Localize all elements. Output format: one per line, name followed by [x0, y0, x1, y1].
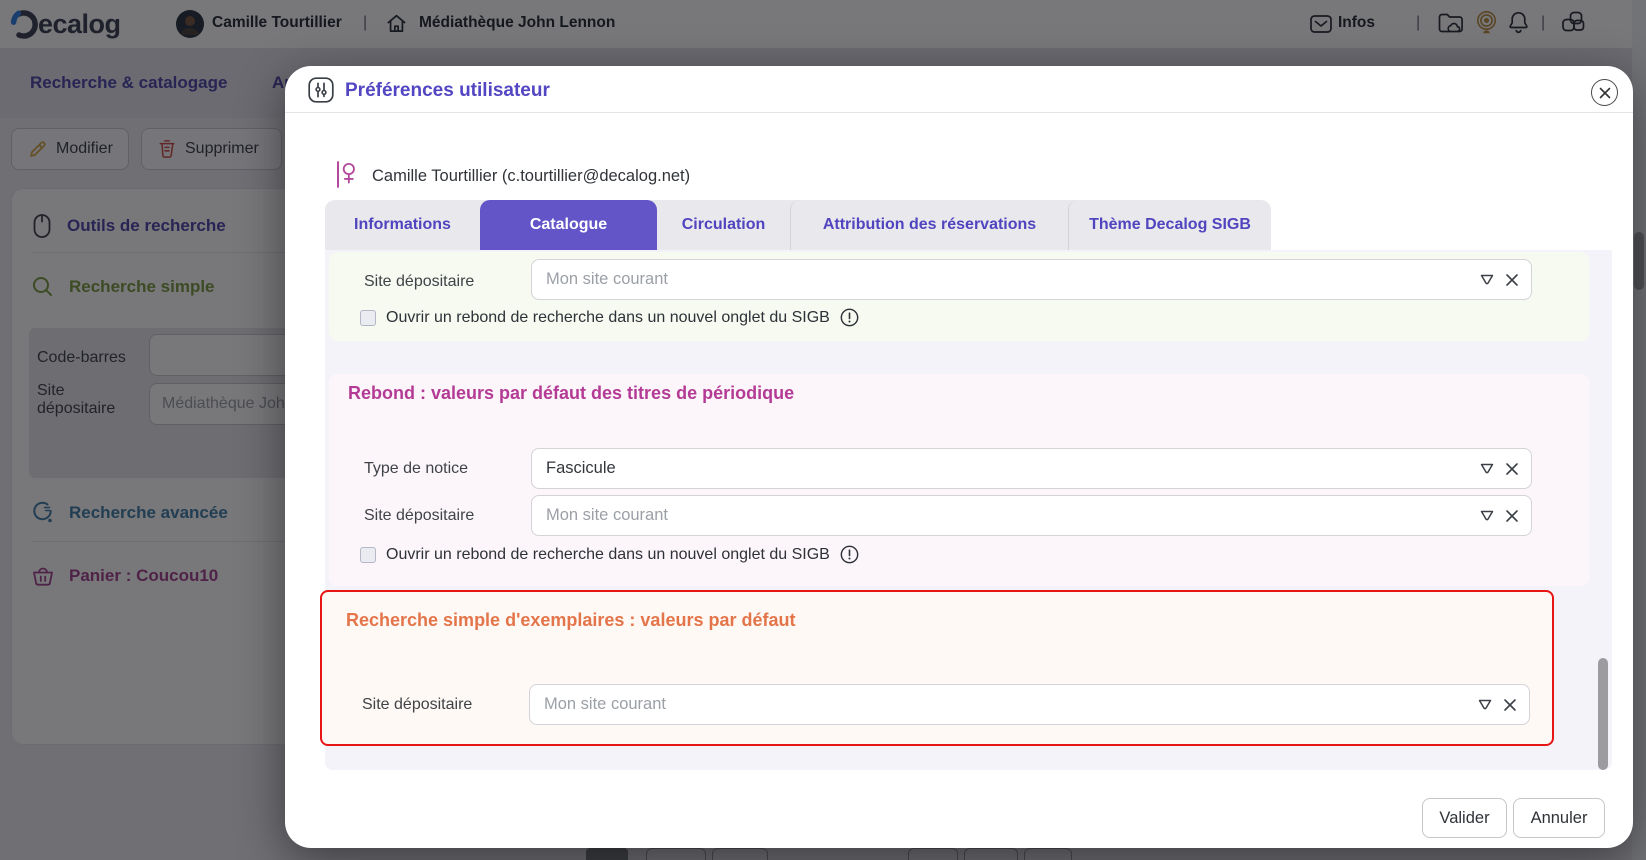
divider: [285, 112, 1633, 113]
site-label: Site dépositaire: [362, 696, 473, 713]
tab-informations[interactable]: Informations: [325, 200, 480, 250]
cancel-button[interactable]: Annuler: [1513, 798, 1605, 838]
clear-icon[interactable]: [1505, 509, 1519, 523]
dropdown-icon[interactable]: [1479, 508, 1495, 524]
site-field[interactable]: [531, 495, 1532, 536]
site-label: Site dépositaire: [364, 507, 475, 524]
open-new-tab-checkbox[interactable]: [360, 309, 376, 326]
clear-icon[interactable]: [1505, 273, 1519, 287]
close-icon[interactable]: [1591, 79, 1618, 106]
modal-user-identity: Camille Tourtillier (c.tourtillier@decal…: [372, 167, 691, 185]
validate-button[interactable]: Valider: [1422, 798, 1507, 838]
section-title: Rebond : valeurs par défaut des titres d…: [348, 383, 795, 403]
site-input[interactable]: [531, 259, 1532, 300]
section-rebound-notice: Site dépositaire Ouvrir un rebond de: [329, 252, 1589, 341]
info-icon[interactable]: [840, 308, 859, 327]
site-label: Site dépositaire: [364, 273, 475, 290]
open-new-tab-checkbox[interactable]: [360, 546, 376, 563]
clear-icon[interactable]: [1503, 698, 1517, 712]
dropdown-icon[interactable]: [1479, 272, 1495, 288]
screen: ecalog Camille Tourtillier | Médiathèque…: [0, 0, 1646, 860]
site-input[interactable]: [531, 495, 1532, 536]
open-new-tab-row: Ouvrir un rebond de recherche dans un no…: [360, 308, 859, 327]
open-new-tab-row: Ouvrir un rebond de recherche dans un no…: [360, 545, 859, 564]
user-preferences-modal: Préférences utilisateur Camille Tourtill…: [285, 66, 1633, 848]
site-input[interactable]: [529, 684, 1530, 725]
dropdown-icon[interactable]: [1479, 461, 1495, 477]
clear-icon[interactable]: [1505, 462, 1519, 476]
section-rebound-periodical: Rebond : valeurs par défaut des titres d…: [329, 374, 1589, 586]
section-simple-copy-search: Recherche simple d'exemplaires : valeurs…: [320, 590, 1554, 746]
tab-catalogue[interactable]: Catalogue: [480, 200, 657, 250]
modal-tabs: Informations Catalogue Circulation Attri…: [325, 200, 1271, 250]
section-title: Recherche simple d'exemplaires : valeurs…: [346, 610, 796, 630]
tab-theme-decalog-sigb[interactable]: Thème Decalog SIGB: [1068, 200, 1271, 250]
female-gender-icon: [336, 160, 358, 189]
notice-type-label: Type de notice: [364, 460, 469, 477]
dropdown-icon[interactable]: [1477, 697, 1493, 713]
modal-scroll-area: Site dépositaire Ouvrir un rebond de: [320, 250, 1612, 770]
site-field[interactable]: [529, 684, 1530, 725]
site-field[interactable]: [531, 259, 1532, 300]
modal-title: Préférences utilisateur: [345, 80, 550, 101]
tab-attribution-reservations[interactable]: Attribution des réservations: [790, 200, 1068, 250]
notice-type-input[interactable]: [531, 448, 1532, 489]
modal-scrollbar-thumb[interactable]: [1598, 658, 1608, 770]
notice-type-field[interactable]: [531, 448, 1532, 489]
tab-circulation[interactable]: Circulation: [657, 200, 790, 250]
open-new-tab-label: Ouvrir un rebond de recherche dans un no…: [386, 545, 830, 563]
info-icon[interactable]: [840, 545, 859, 564]
open-new-tab-label: Ouvrir un rebond de recherche dans un no…: [386, 308, 830, 326]
preferences-sliders-icon: [308, 77, 334, 103]
